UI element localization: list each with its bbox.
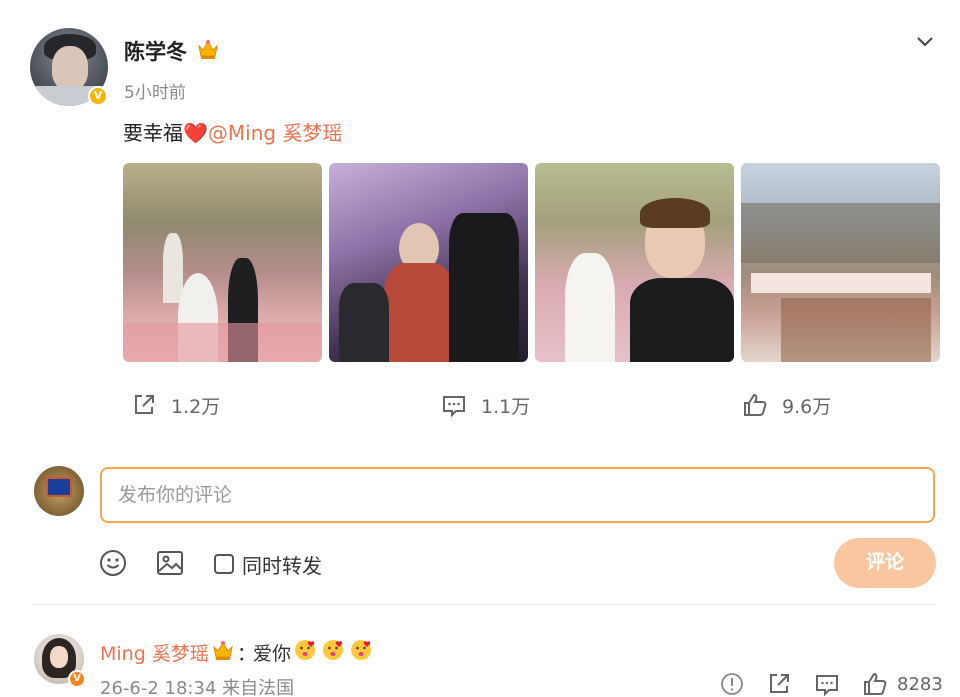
- image-icon[interactable]: [155, 548, 185, 578]
- reply-author[interactable]: Ming 奚梦瑶: [100, 639, 209, 666]
- like-icon: [744, 393, 767, 416]
- current-user-avatar[interactable]: [34, 466, 84, 516]
- submit-comment-button[interactable]: 评论: [834, 538, 936, 588]
- comment-count: 1.1万: [481, 395, 531, 418]
- crown-icon: [198, 40, 218, 59]
- reply-text: 爱你: [253, 643, 292, 665]
- comment-input[interactable]: [100, 467, 935, 523]
- report-icon[interactable]: [720, 672, 744, 696]
- kiss-emoji: [295, 640, 315, 660]
- repost-button[interactable]: 1.2万: [131, 390, 220, 420]
- post-image-1[interactable]: [123, 163, 322, 362]
- author-name[interactable]: 陈学冬: [124, 36, 187, 66]
- post-header: V 陈学冬 5小时前: [30, 28, 950, 108]
- share-icon: [135, 395, 154, 414]
- post-text: 要幸福❤️@Ming 奚梦瑶: [123, 117, 342, 146]
- post-images: [123, 163, 940, 362]
- post-time: 5小时前: [124, 83, 186, 103]
- reply-meta: 26-6-2 18:34 来自法国: [100, 678, 295, 697]
- share-icon[interactable]: [767, 672, 791, 696]
- mention-link[interactable]: @Ming 奚梦瑶: [208, 121, 343, 145]
- repost-checkbox-label[interactable]: 同时转发: [242, 550, 322, 579]
- comment-icon: [443, 396, 465, 418]
- like-icon[interactable]: [863, 672, 887, 696]
- post-image-4[interactable]: [741, 163, 940, 362]
- kiss-emoji: [323, 640, 343, 660]
- emoji-icon[interactable]: [98, 548, 128, 578]
- divider: [33, 604, 935, 605]
- post-image-3[interactable]: [535, 163, 734, 362]
- verified-badge-icon: V: [68, 670, 86, 688]
- like-button[interactable]: 9.6万: [742, 390, 831, 420]
- crown-icon: [213, 641, 233, 660]
- post-image-2[interactable]: [329, 163, 528, 362]
- reply-item: V Ming 奚梦瑶 ： 爱你 26-6-2 18:34 来自法国 8283: [0, 620, 960, 697]
- kiss-emoji: [351, 640, 371, 660]
- repost-count: 1.2万: [171, 395, 221, 418]
- comment-icon[interactable]: [815, 672, 839, 696]
- reply-like-count: 8283: [897, 674, 943, 695]
- post-actions: 1.2万 1.1万 9.6万: [0, 390, 960, 420]
- like-count: 9.6万: [782, 395, 832, 418]
- repost-checkbox[interactable]: [214, 554, 234, 574]
- comment-composer: 同时转发 评论: [0, 450, 960, 610]
- heart-emoji: ❤️: [183, 121, 208, 145]
- post-text-body: 要幸福: [123, 121, 183, 145]
- comment-button[interactable]: 1.1万: [441, 390, 530, 420]
- chevron-down-icon[interactable]: [914, 30, 936, 52]
- verified-badge-icon: V: [88, 86, 108, 106]
